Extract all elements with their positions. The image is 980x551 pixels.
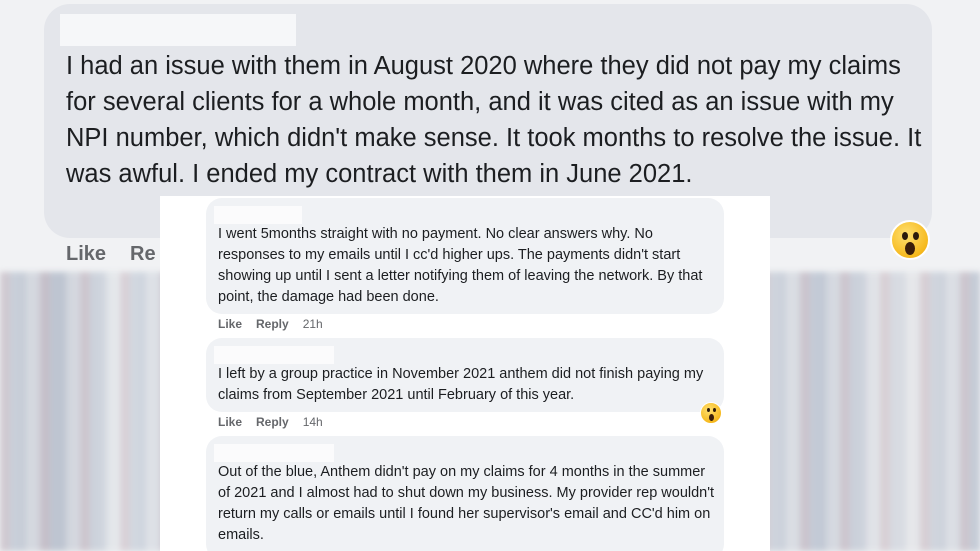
reply-text: I went 5months straight with no payment.… (218, 226, 703, 305)
reply-bubble-3: Out of the blue, Anthem didn't pay on my… (206, 436, 724, 551)
redacted-reply-name (214, 444, 334, 462)
like-button[interactable]: Like (218, 317, 242, 331)
wow-emoji-icon (700, 402, 722, 424)
redacted-commenter-name (60, 14, 296, 46)
like-button[interactable]: Like (218, 415, 242, 429)
reply-button[interactable]: Re (130, 243, 156, 265)
reply-thread-panel: I went 5months straight with no payment.… (160, 196, 770, 551)
reply-bubble-2: I left by a group practice in November 2… (206, 338, 724, 412)
reply-actions-1: Like Reply 21h (218, 317, 337, 331)
redacted-reply-name (214, 346, 334, 364)
reply-text: I left by a group practice in November 2… (218, 366, 704, 403)
reply-button[interactable]: Reply (256, 317, 289, 331)
reply-text: Out of the blue, Anthem didn't pay on my… (218, 464, 715, 543)
reply-bubble-1: I went 5months straight with no payment.… (206, 198, 724, 314)
reply-button[interactable]: Reply (256, 415, 289, 429)
wow-emoji-icon (890, 220, 930, 260)
reply-timestamp[interactable]: 14h (303, 415, 323, 429)
reply-timestamp[interactable]: 21h (303, 317, 323, 331)
reply-actions-2: Like Reply 14h (218, 415, 337, 429)
main-comment-text: I had an issue with them in August 2020 … (66, 52, 922, 188)
like-button[interactable]: Like (66, 243, 106, 265)
redacted-reply-name (214, 206, 302, 224)
